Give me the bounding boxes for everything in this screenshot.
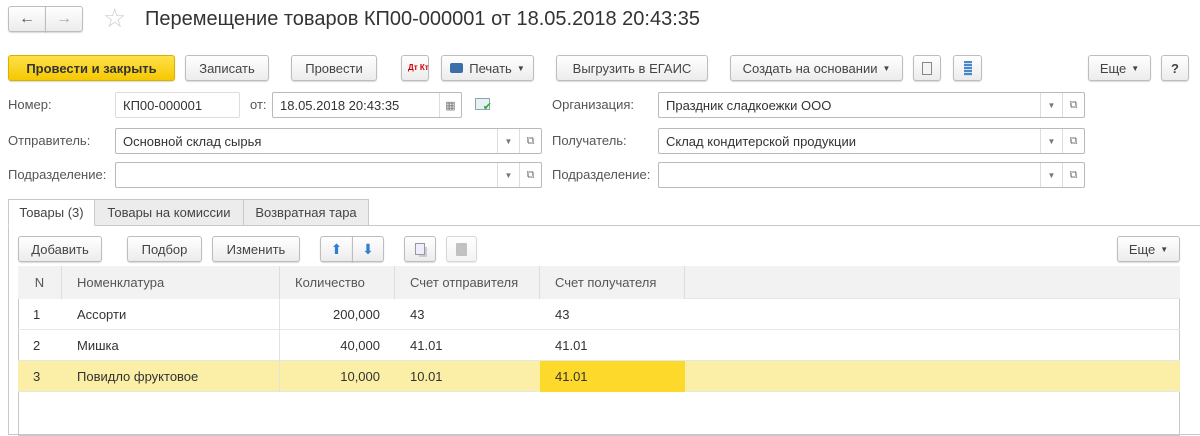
receiver-value: Склад кондитерской продукции [666,133,856,149]
dropdown-icon[interactable]: ▼ [497,163,519,187]
cell-receiver-account-active[interactable]: 41.01 [540,361,685,392]
cell-qty: 40,000 [340,338,380,353]
open-icon[interactable]: ⧉ [1062,93,1084,117]
back-button[interactable]: ← [8,6,46,32]
column-header-sender-account[interactable]: Счет отправителя [395,266,540,299]
dropdown-icon[interactable]: ▼ [1040,163,1062,187]
add-button[interactable]: Добавить [18,236,102,262]
pick-button[interactable]: Подбор [127,236,202,262]
cell-receiver-account: 43 [555,307,570,322]
create-based-label: Создать на основании [742,60,878,76]
chevron-down-icon: ▼ [1160,244,1169,254]
help-button[interactable]: ? [1161,55,1189,81]
open-icon[interactable]: ⧉ [519,163,541,187]
organization-label: Организация: [552,97,635,112]
printer-icon [450,63,464,73]
tab-returnable-containers[interactable]: Возвратная тара [243,199,369,226]
receiver-field[interactable]: Склад кондитерской продукции ▼ ⧉ [658,128,1085,154]
number-label: Номер: [8,97,52,112]
move-up-button[interactable]: ⬆ [320,236,353,262]
sender-field[interactable]: Основной склад сырья ▼ ⧉ [115,128,542,154]
more-label: Еще [1128,241,1156,257]
receiver-department-label: Подразделение: [552,167,651,182]
column-header-receiver-account[interactable]: Счет получателя [540,266,685,299]
dt-kt-button[interactable]: Дт Кт [401,55,429,81]
copy-button[interactable] [404,236,436,262]
sender-value: Основной склад сырья [123,133,262,149]
tab-commission-goods[interactable]: Товары на комиссии [94,199,244,226]
receiver-department-field[interactable]: ▼ ⧉ [658,162,1085,188]
cell-sender-account: 41.01 [410,338,443,353]
cell-sender-account: 43 [410,307,425,322]
arrow-down-icon: ⬇ [362,240,374,257]
cell-sender-account: 10.01 [410,369,443,384]
cell-n: 2 [33,338,41,353]
cell-n: 3 [33,369,41,384]
column-header-item[interactable]: Номенклатура [62,266,280,299]
open-icon[interactable]: ⧉ [1062,163,1084,187]
forward-arrow-icon: → [56,10,72,27]
copy-icon [415,243,425,255]
dropdown-icon[interactable]: ▼ [1040,129,1062,153]
create-based-on-button[interactable]: Создать на основании ▼ [730,55,903,81]
table-row[interactable]: 2 Мишка 40,000 41.01 41.01 [18,330,1180,361]
organization-field[interactable]: Праздник сладкоежки ООО ▼ ⧉ [658,92,1085,118]
cell-qty: 10,000 [340,369,380,384]
cell-item: Мишка [62,330,280,361]
date-value: 18.05.2018 20:43:35 [280,97,400,113]
chevron-down-icon: ▼ [882,63,891,73]
chevron-down-icon: ▼ [516,63,525,73]
save-button[interactable]: Записать [185,55,269,81]
move-down-button[interactable]: ⬇ [352,236,384,262]
chevron-down-icon: ▼ [1131,63,1140,73]
table-row-selected[interactable]: 3 Повидло фруктовое 10,000 10.01 41.01 [18,361,1180,392]
column-header-qty[interactable]: Количество [280,266,395,299]
column-header-n[interactable]: N [18,266,62,299]
document-button[interactable] [913,55,941,81]
number-field[interactable]: КП00-000001 [115,92,240,118]
organization-value: Праздник сладкоежки ООО [666,97,832,113]
print-label: Печать [469,60,512,76]
list-icon [963,60,972,76]
arrow-up-icon: ⬆ [330,240,343,257]
paste-button[interactable] [446,236,477,262]
list-button[interactable] [953,55,982,81]
edit-button[interactable]: Изменить [212,236,300,262]
egais-upload-button[interactable]: Выгрузить в ЕГАИС [556,55,708,81]
cell-receiver-account: 41.01 [555,338,588,353]
table-more-button[interactable]: Еще ▼ [1117,236,1180,262]
more-label: Еще [1099,60,1127,76]
table-row[interactable]: 1 Ассорти 200,000 43 43 [18,299,1180,330]
document-icon [922,61,932,75]
dropdown-icon[interactable]: ▼ [1040,93,1062,117]
open-icon[interactable]: ⧉ [1062,129,1084,153]
back-arrow-icon: ← [19,10,35,27]
post-button[interactable]: Провести [291,55,377,81]
paste-icon [456,242,467,256]
print-button[interactable]: Печать ▼ [441,55,534,81]
sender-label: Отправитель: [8,133,91,148]
dropdown-icon[interactable]: ▼ [497,129,519,153]
table-header: N Номенклатура Количество Счет отправите… [18,266,1180,299]
cell-qty: 200,000 [333,307,380,322]
receiver-label: Получатель: [552,133,627,148]
page-title: Перемещение товаров КП00-000001 от 18.05… [145,8,701,30]
date-label: от: [250,97,267,112]
more-button[interactable]: Еще ▼ [1088,55,1151,81]
cell-n: 1 [33,307,41,322]
posted-check-icon: ✔ [475,98,492,113]
cell-item: Ассорти [62,299,280,330]
dt-kt-icon: Дт Кт [408,63,429,72]
forward-button[interactable]: → [45,6,83,32]
date-field[interactable]: 18.05.2018 20:43:35 ▦ [272,92,462,118]
post-and-close-button[interactable]: Провести и закрыть [8,55,175,81]
tab-goods[interactable]: Товары (3) [8,199,95,226]
cell-item: Повидло фруктовое [62,361,280,392]
department-label: Подразделение: [8,167,107,182]
department-field[interactable]: ▼ ⧉ [115,162,542,188]
open-icon[interactable]: ⧉ [519,129,541,153]
star-icon[interactable]: ☆ [103,3,126,34]
calendar-icon[interactable]: ▦ [439,93,461,117]
